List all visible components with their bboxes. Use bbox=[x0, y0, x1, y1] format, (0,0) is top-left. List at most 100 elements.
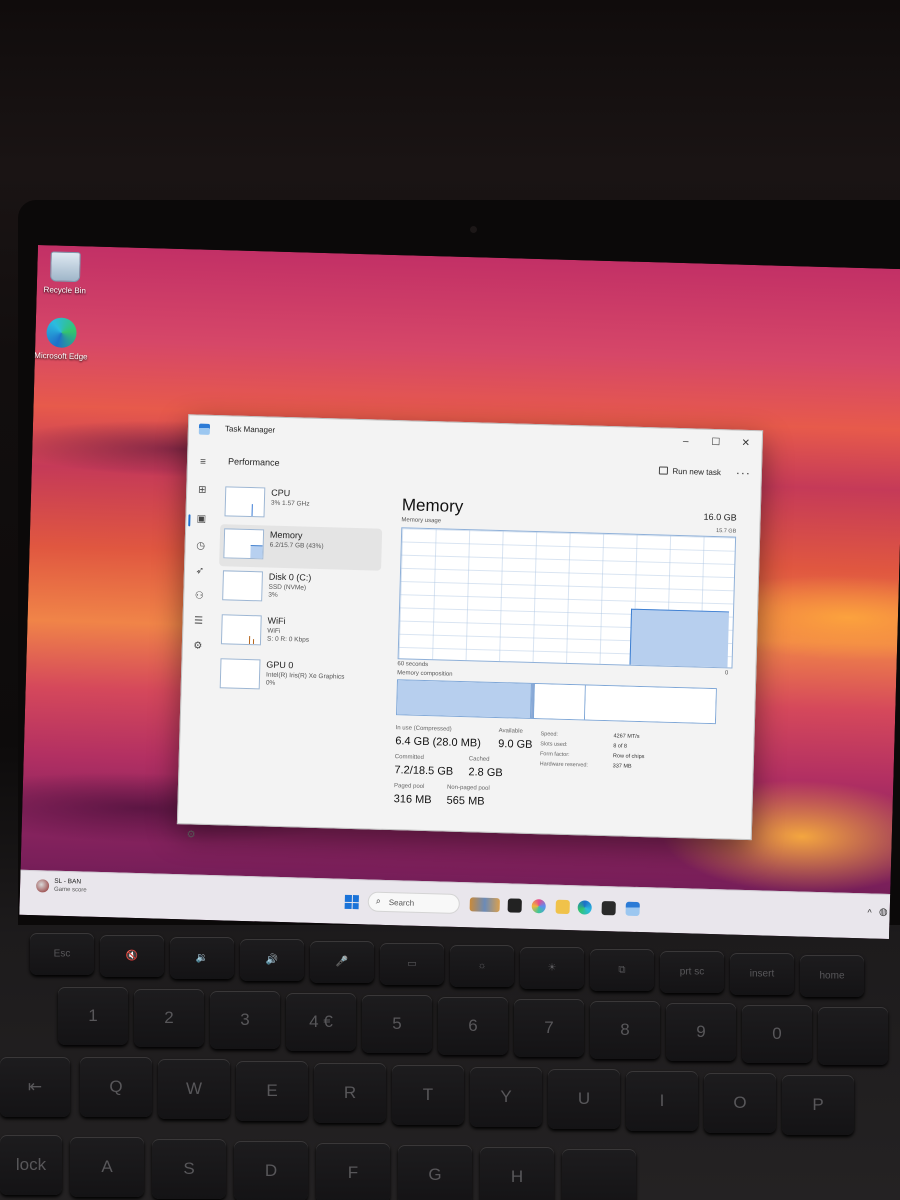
task-manager-icon[interactable] bbox=[625, 901, 640, 917]
resource-list: CPU 3% 1.57 GHz Memory 6.2/15.7 GB (43%)… bbox=[211, 482, 387, 717]
key-u: U bbox=[548, 1069, 620, 1129]
key-label: P bbox=[812, 1095, 824, 1114]
display-icon: ▭ bbox=[407, 958, 417, 970]
desktop-icon-label: Microsoft Edge bbox=[34, 350, 88, 362]
key-p: P bbox=[782, 1075, 854, 1135]
resource-item-wifi[interactable]: WiFi WiFi S: 0 R: 0 Kbps bbox=[217, 610, 380, 657]
folder-icon[interactable] bbox=[555, 899, 570, 915]
in-use-value: 6.4 GB (28.0 MB) bbox=[395, 735, 482, 750]
key-label: insert bbox=[749, 968, 775, 980]
key-2: 2 bbox=[134, 989, 204, 1047]
recycle-bin-icon[interactable]: Recycle Bin bbox=[37, 251, 94, 297]
key-a: A bbox=[70, 1137, 144, 1197]
resource-detail: 3% 1.57 GHz bbox=[270, 499, 310, 508]
key-label: R bbox=[343, 1083, 357, 1102]
memory-heading: Memory bbox=[401, 495, 464, 516]
key-label: S bbox=[183, 1159, 195, 1178]
resource-detail: S: 0 R: 0 Kbps bbox=[266, 635, 310, 644]
key-mic: 🎤 bbox=[310, 941, 374, 983]
key-display: ▭ bbox=[380, 943, 444, 985]
composition-segment-standby[interactable] bbox=[533, 684, 586, 720]
key-9: 9 bbox=[666, 1003, 736, 1061]
key-esc: Esc bbox=[30, 933, 94, 975]
close-button[interactable]: ✕ bbox=[732, 435, 760, 452]
copilot-icon[interactable] bbox=[531, 899, 546, 914]
memory-usage-label: Memory usage bbox=[401, 517, 442, 525]
key-label: G bbox=[428, 1165, 442, 1184]
key-5: 5 bbox=[362, 995, 432, 1053]
details-icon[interactable]: ☰ bbox=[191, 614, 205, 628]
key-label: H bbox=[510, 1167, 524, 1186]
memory-composition-bar bbox=[396, 679, 717, 725]
committed-value: 7.2/18.5 GB bbox=[394, 764, 454, 778]
key-r: R bbox=[314, 1063, 386, 1123]
resource-item-cpu[interactable]: CPU 3% 1.57 GHz bbox=[220, 482, 383, 529]
key-0: 0 bbox=[742, 1005, 812, 1063]
key-y: Y bbox=[470, 1067, 542, 1127]
key-7: 7 bbox=[514, 999, 584, 1057]
key-1: 1 bbox=[58, 987, 128, 1045]
resource-detail: 0% bbox=[265, 679, 276, 687]
maximize-button[interactable]: ☐ bbox=[702, 435, 730, 452]
windows-start-icon[interactable] bbox=[344, 894, 359, 910]
key-label: E bbox=[266, 1081, 278, 1100]
key-label: O bbox=[733, 1093, 747, 1112]
startup-apps-icon[interactable]: ➶ bbox=[193, 564, 207, 578]
search-highlight-icon[interactable] bbox=[469, 897, 500, 913]
key-h: H bbox=[480, 1147, 554, 1200]
store-icon[interactable] bbox=[601, 901, 616, 916]
users-icon[interactable]: ⚇ bbox=[192, 589, 206, 603]
minimize-button[interactable]: – bbox=[672, 434, 700, 451]
memory-usage-area bbox=[629, 608, 730, 668]
composition-segment-in-use[interactable] bbox=[397, 680, 532, 718]
volume-up-icon: 🔊 bbox=[265, 954, 279, 966]
key-e: E bbox=[236, 1061, 308, 1121]
search-placeholder: Search bbox=[388, 898, 415, 908]
run-new-task-button[interactable]: Run new task bbox=[658, 466, 721, 477]
edge-icon[interactable] bbox=[577, 900, 592, 915]
app-history-icon[interactable]: ◷ bbox=[193, 539, 207, 553]
edge-desktop-icon[interactable]: Microsoft Edge bbox=[33, 317, 90, 363]
form-factor-value: Row of chips bbox=[612, 753, 645, 761]
key-label: F bbox=[347, 1163, 359, 1182]
paged-pool-value: 316 MB bbox=[393, 793, 432, 807]
hamburger-icon[interactable]: ≡ bbox=[196, 455, 210, 469]
screen: Recycle Bin Microsoft Edge Task Manager … bbox=[19, 245, 900, 940]
run-new-task-label: Run new task bbox=[672, 466, 722, 478]
key-label: lock bbox=[15, 1155, 47, 1174]
resource-item-disk[interactable]: Disk 0 (C:) SSD (NVMe) 3% bbox=[218, 566, 381, 613]
wifi-spike bbox=[252, 639, 255, 645]
key-label: 0 bbox=[772, 1024, 782, 1043]
resource-item-gpu[interactable]: GPU 0 Intel(R) Iris(R) Xe Graphics 0% bbox=[215, 654, 378, 701]
key-minus bbox=[818, 1007, 888, 1065]
form-factor-label: Form factor: bbox=[539, 751, 570, 759]
task-view-icon[interactable] bbox=[507, 898, 522, 913]
taskbar-search-box[interactable]: ⌕ Search bbox=[367, 891, 461, 915]
settings-icon[interactable]: ⚙ bbox=[186, 829, 195, 840]
key-insert: insert bbox=[730, 953, 794, 995]
disk-thumbnail-graph bbox=[222, 570, 263, 602]
processes-icon[interactable]: ⊞ bbox=[195, 483, 209, 497]
key-project: ⧉ bbox=[590, 949, 654, 991]
composition-segment-free[interactable] bbox=[584, 685, 716, 724]
resource-item-memory[interactable]: Memory 6.2/15.7 GB (43%) bbox=[219, 524, 383, 571]
resource-detail: 6.2/15.7 GB (43%) bbox=[269, 541, 324, 551]
non-paged-pool-value: 565 MB bbox=[446, 794, 485, 808]
key-label: T bbox=[422, 1085, 434, 1104]
resource-name: Disk 0 (C:) bbox=[268, 571, 312, 583]
services-icon[interactable]: ⚙ bbox=[191, 639, 205, 653]
network-icon[interactable]: ◍ bbox=[879, 907, 888, 918]
slots-used-label: Slots used: bbox=[540, 741, 568, 748]
widget-title: SL - BAN bbox=[54, 877, 82, 886]
wifi-spike bbox=[248, 636, 251, 645]
more-options-button[interactable]: ··· bbox=[736, 466, 751, 480]
available-value: 9.0 GB bbox=[498, 738, 533, 751]
key-brightness-down: ☼ bbox=[450, 945, 514, 987]
performance-icon[interactable]: ▣ bbox=[194, 512, 208, 526]
key-t: T bbox=[392, 1065, 464, 1125]
gpu-thumbnail-graph bbox=[219, 658, 261, 690]
tray-chevron-icon[interactable]: ^ bbox=[867, 907, 872, 917]
recycle-bin-glyph-icon bbox=[49, 251, 81, 283]
memory-composition-label: Memory composition bbox=[397, 670, 453, 678]
key-3: 3 bbox=[210, 991, 280, 1049]
